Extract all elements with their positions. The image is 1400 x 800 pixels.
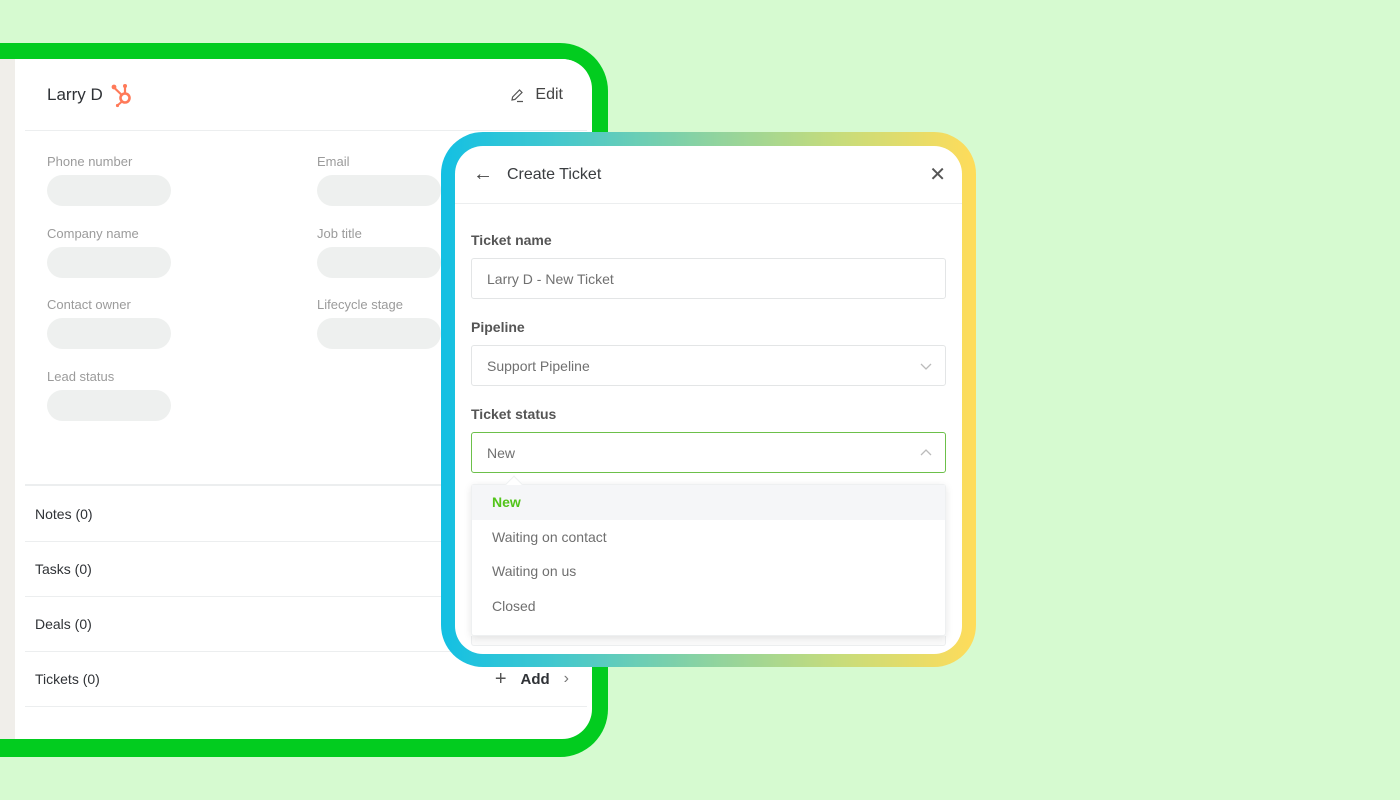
contact-header: Larry D Edit (25, 59, 587, 131)
field-email[interactable]: Email (317, 154, 441, 206)
ticket-name-value: Larry D - New Ticket (487, 270, 614, 287)
chevron-up-icon (920, 448, 932, 455)
edit-label: Edit (535, 85, 563, 103)
field-contact-owner[interactable]: Contact owner (47, 297, 171, 349)
field-value-placeholder[interactable] (317, 175, 441, 206)
section-label: Deals (0) (35, 616, 92, 632)
field-value-placeholder[interactable] (47, 247, 171, 278)
dropdown-shadow-edge (471, 636, 946, 646)
status-option-closed[interactable]: Closed (472, 589, 945, 624)
close-icon[interactable]: ✕ (929, 162, 946, 187)
field-label: Contact owner (47, 297, 131, 312)
field-label: Lead status (47, 369, 115, 384)
section-label: Tasks (0) (35, 561, 92, 577)
chevron-down-icon (920, 363, 932, 370)
ticket-name-label: Ticket name (471, 232, 552, 248)
field-label: Phone number (47, 154, 133, 169)
pipeline-value: Support Pipeline (487, 357, 590, 374)
field-value-placeholder[interactable] (47, 318, 171, 349)
plus-icon: + (494, 667, 507, 690)
ticket-status-value: New (487, 444, 516, 461)
status-option-waiting-on-us[interactable]: Waiting on us (472, 554, 945, 589)
sidebar-strip (0, 59, 15, 739)
create-ticket-modal: ← Create Ticket ✕ Ticket name Larry D - … (455, 146, 962, 654)
ticket-status-dropdown: New Waiting on contact Waiting on us Clo… (471, 475, 946, 636)
edit-button[interactable]: Edit (509, 86, 563, 104)
pencil-icon (509, 87, 525, 103)
status-option-new[interactable]: New (472, 485, 945, 520)
contact-name: Larry D (47, 84, 103, 104)
field-value-placeholder[interactable] (47, 390, 171, 421)
ticket-name-input[interactable]: Larry D - New Ticket (471, 258, 946, 299)
field-company-name[interactable]: Company name (47, 226, 171, 278)
modal-header: ← Create Ticket ✕ (455, 146, 962, 204)
field-label: Email (317, 154, 350, 169)
ticket-status-select[interactable]: New (471, 432, 946, 473)
section-label: Tickets (0) (35, 671, 100, 687)
add-label: Add (520, 670, 550, 688)
status-option-waiting-on-contact[interactable]: Waiting on contact (472, 520, 945, 555)
field-value-placeholder[interactable] (317, 247, 441, 278)
chevron-right-icon[interactable]: › (564, 670, 569, 688)
back-arrow-icon[interactable]: ← (473, 163, 493, 186)
field-label: Company name (47, 226, 139, 241)
field-lead-status[interactable]: Lead status (47, 369, 171, 421)
field-job-title[interactable]: Job title (317, 226, 441, 278)
section-label: Notes (0) (35, 506, 93, 522)
hubspot-logo-icon (110, 82, 136, 108)
field-label: Job title (317, 226, 362, 241)
ticket-status-label: Ticket status (471, 406, 557, 422)
field-value-placeholder[interactable] (47, 175, 171, 206)
field-phone-number[interactable]: Phone number (47, 154, 171, 206)
pipeline-label: Pipeline (471, 319, 525, 335)
field-value-placeholder[interactable] (317, 318, 441, 349)
field-label: Lifecycle stage (317, 297, 403, 312)
pipeline-select[interactable]: Support Pipeline (471, 345, 946, 386)
ticket-form: Ticket name Larry D - New Ticket Pipelin… (455, 232, 962, 473)
add-ticket-button[interactable]: + Add › (495, 668, 569, 691)
modal-title: Create Ticket (507, 165, 602, 183)
field-lifecycle-stage[interactable]: Lifecycle stage (317, 297, 441, 349)
